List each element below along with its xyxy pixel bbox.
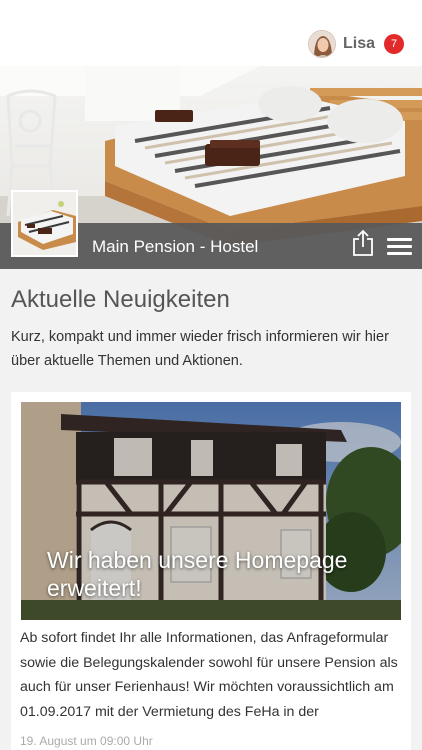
- hero-thumbnail[interactable]: [11, 190, 78, 257]
- hamburger-menu-icon[interactable]: [387, 238, 412, 256]
- news-image[interactable]: Wir haben unsere Homepage erweitert!: [21, 402, 401, 620]
- news-date: 19. August um 09:00 Uhr: [20, 734, 153, 748]
- property-title: Main Pension - Hostel: [92, 237, 259, 256]
- share-icon[interactable]: [351, 229, 375, 257]
- news-headline[interactable]: Wir haben unsere Homepage erweitert!: [47, 546, 387, 602]
- user-menu[interactable]: Lisa 7: [307, 29, 404, 59]
- top-bar: Lisa 7: [0, 0, 422, 66]
- hero-banner: Main Pension - Hostel: [0, 66, 422, 269]
- section-intro: Kurz, kompakt und immer wieder frisch in…: [11, 329, 389, 369]
- user-avatar[interactable]: [307, 30, 336, 58]
- news-card[interactable]: Wir haben unsere Homepage erweitert! Ab …: [11, 392, 411, 750]
- notification-badge[interactable]: 7: [384, 34, 404, 54]
- section-title: Aktuelle Neuigkeiten: [11, 286, 230, 313]
- news-text: Ab sofort findet Ihr alle Informationen,…: [20, 630, 398, 720]
- username-label[interactable]: Lisa: [343, 35, 375, 53]
